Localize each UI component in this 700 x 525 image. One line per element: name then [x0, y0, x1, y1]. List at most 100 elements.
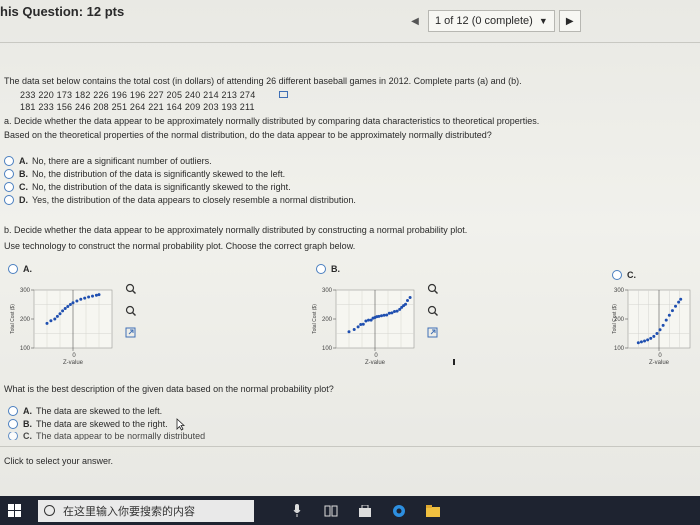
- next-question-button[interactable]: ▶: [558, 10, 581, 32]
- part-b-option-c[interactable]: C. The data appear to be normally distri…: [8, 432, 205, 440]
- data-row-2: 181 233 156 246 208 251 264 221 164 209 …: [20, 102, 255, 112]
- taskbar-search-input[interactable]: 在这里输入你要搜索的内容: [38, 499, 254, 522]
- radio-icon: [8, 264, 18, 274]
- part-b-option-a[interactable]: A. The data are skewed to the left.: [8, 406, 162, 416]
- question-header: his Question: 12 pts ◀ 1 of 12 (0 comple…: [0, 0, 700, 43]
- open-graph-icon[interactable]: [426, 326, 438, 338]
- zoom-out-icon[interactable]: [124, 304, 136, 316]
- data-point: [356, 325, 360, 329]
- data-point: [674, 304, 678, 308]
- part-b-question: What is the best description of the give…: [4, 384, 334, 394]
- data-point: [66, 305, 70, 309]
- data-point: [387, 311, 391, 315]
- mouse-pointer-icon: [176, 418, 185, 431]
- data-point: [71, 301, 75, 305]
- data-point: [393, 309, 396, 313]
- zoom-in-icon[interactable]: [124, 282, 136, 294]
- data-point: [97, 293, 101, 297]
- graph-option-c[interactable]: C.: [612, 270, 636, 280]
- question-progress-dropdown[interactable]: 1 of 12 (0 complete) ▼: [428, 10, 555, 32]
- radio-icon: [4, 169, 14, 179]
- option-letter: C.: [23, 432, 32, 440]
- option-text: No, the distribution of the data is sign…: [32, 182, 291, 192]
- start-button[interactable]: [0, 496, 28, 525]
- data-point: [364, 319, 368, 323]
- x-axis-label: Z-value: [649, 360, 670, 366]
- graph-option-letter: A.: [23, 264, 32, 274]
- option-letter: B.: [23, 419, 32, 429]
- data-point: [377, 314, 381, 318]
- y-axis-label: Total Cost ($): [10, 304, 16, 334]
- data-point: [347, 330, 351, 334]
- y-tick-label: 200: [322, 317, 333, 323]
- data-point: [677, 300, 681, 304]
- open-graph-icon[interactable]: [124, 326, 136, 338]
- part-a-option-d[interactable]: D. Yes, the distribution of the data app…: [4, 195, 356, 205]
- select-answer-hint: Click to select your answer.: [4, 456, 114, 466]
- data-point: [45, 321, 49, 325]
- graph-option-a[interactable]: A.: [8, 264, 32, 274]
- data-point: [395, 309, 399, 313]
- data-point: [390, 311, 394, 315]
- radio-icon: [4, 195, 14, 205]
- y-tick-label: 200: [20, 317, 31, 323]
- zoom-out-icon[interactable]: [426, 304, 438, 316]
- data-point: [352, 327, 356, 331]
- problem-statement: The data set below contains the total co…: [4, 76, 522, 86]
- x-axis-label: Z-value: [365, 360, 386, 366]
- graph-option-b[interactable]: B.: [316, 264, 340, 274]
- question-title: his Question: 12 pts: [0, 4, 125, 19]
- option-letter: C.: [19, 182, 28, 192]
- option-text: The data are skewed to the left.: [36, 406, 163, 416]
- part-a-option-c[interactable]: C. No, the distribution of the data is s…: [4, 182, 291, 192]
- data-point: [91, 294, 94, 298]
- x-tick-label: 0: [72, 353, 76, 359]
- option-letter: A.: [19, 156, 28, 166]
- graph-b-tools: [426, 282, 438, 338]
- store-icon[interactable]: [352, 496, 378, 525]
- part-a-option-b[interactable]: B. No, the distribution of the data is s…: [4, 169, 285, 179]
- data-point: [664, 318, 668, 322]
- data-point: [679, 297, 683, 301]
- data-row-1: 233 220 173 182 226 196 196 227 205 240 …: [20, 90, 256, 100]
- y-tick-label: 100: [20, 346, 31, 352]
- zoom-in-icon[interactable]: [426, 282, 438, 294]
- data-point: [661, 323, 665, 327]
- progress-label: 1 of 12 (0 complete): [435, 15, 533, 27]
- y-tick-label: 300: [322, 288, 333, 294]
- data-point: [670, 309, 674, 313]
- part-a-question: Based on the theoretical properties of t…: [4, 130, 492, 140]
- data-point: [63, 307, 67, 311]
- data-point: [380, 314, 383, 318]
- windows-taskbar: 在这里输入你要搜索的内容: [0, 496, 700, 525]
- data-view-icon[interactable]: [279, 91, 288, 98]
- graph-option-letter: B.: [331, 264, 340, 274]
- data-point: [639, 340, 643, 344]
- file-explorer-icon[interactable]: [420, 496, 446, 525]
- option-text: The data are skewed to the right.: [36, 419, 168, 429]
- data-point: [359, 323, 363, 327]
- option-text: No, the distribution of the data is sign…: [32, 169, 286, 179]
- radio-icon: [4, 182, 14, 192]
- circle-search-icon: [44, 505, 55, 516]
- graph-a-tools: [124, 282, 136, 338]
- data-point: [408, 296, 412, 300]
- part-b-option-b[interactable]: B. The data are skewed to the right.: [8, 419, 168, 429]
- y-axis-label: Total Cost ($): [612, 304, 618, 334]
- windows-logo-icon: [7, 504, 21, 517]
- triangle-left-icon: ◀: [411, 15, 419, 27]
- part-b-instruction: Use technology to construct the normal p…: [4, 241, 356, 251]
- data-point: [655, 332, 659, 335]
- probability-plot-b: 300 200 100 0Z-value Total Cost ($): [312, 288, 415, 366]
- option-letter: A.: [23, 406, 32, 416]
- x-tick-label: 0: [374, 353, 378, 359]
- option-text: The data appear to be normally distribut…: [36, 432, 206, 440]
- previous-question-button[interactable]: ◀: [408, 11, 422, 31]
- part-a-option-a[interactable]: A. No, there are a significant number of…: [4, 156, 212, 166]
- microphone-icon[interactable]: [284, 496, 310, 525]
- y-tick-label: 100: [614, 346, 625, 352]
- data-point: [643, 339, 647, 343]
- task-view-icon[interactable]: [318, 496, 344, 525]
- data-point: [94, 293, 98, 297]
- browser-icon[interactable]: [386, 496, 412, 525]
